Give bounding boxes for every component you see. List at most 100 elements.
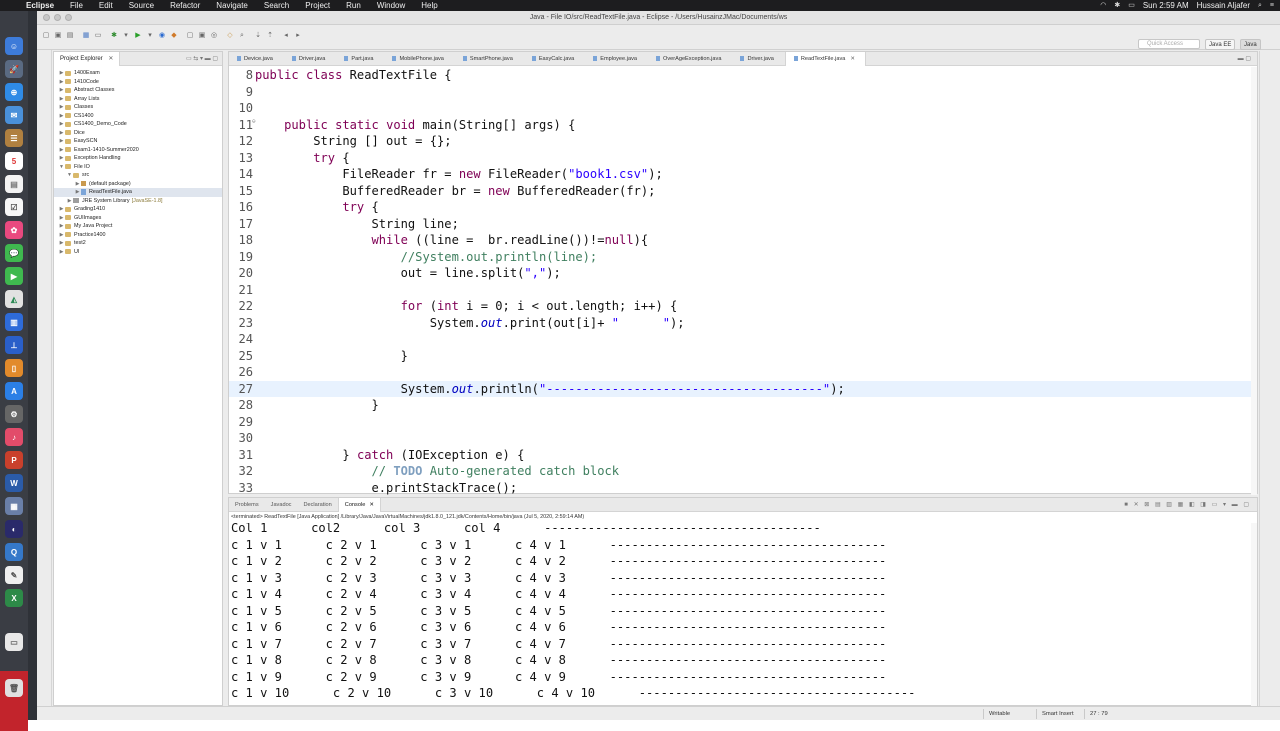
editor-tab[interactable]: Driver.java [284,52,336,66]
editor-tab[interactable]: SmartPhone.java [455,52,524,66]
tree-item[interactable]: ▶ JRE System Library [JavaSE-1.8] [54,197,222,206]
tree-item[interactable]: ▶ Classes [54,103,222,112]
chevron-right-icon[interactable]: ▶ [74,180,81,189]
editor-tab[interactable]: Employee.java [585,52,648,66]
window-zoom-button[interactable] [65,14,72,21]
tree-item[interactable]: ▶ CS1400 [54,112,222,121]
chevron-right-icon[interactable]: ▶ [58,69,65,78]
build-icon[interactable]: ▦ [81,31,91,40]
new-file-icon[interactable]: ▢ [41,31,51,40]
tree-item[interactable]: ▶ Grading1410 [54,205,222,214]
code-line[interactable]: 19 //System.out.println(line); [229,249,1257,266]
editor-tab[interactable]: Driver.java [732,52,784,66]
quick-access-field[interactable]: Quick Access [1138,39,1200,49]
editor-tab[interactable]: EasyCalc.java [524,52,585,66]
launchpad-icon[interactable]: 🚀 [5,60,23,78]
reminders-icon[interactable]: ☑ [5,198,23,216]
mail-icon[interactable]: ✉ [5,106,23,124]
external-tools-icon[interactable]: ◆ [169,31,179,40]
chevron-right-icon[interactable]: ▶ [58,129,65,138]
chevron-right-icon[interactable]: ▶ [58,95,65,104]
chevron-right-icon[interactable]: ▶ [58,214,65,223]
next-annotation-icon[interactable]: ⇣ [253,31,263,40]
tree-item[interactable]: ▶ Dice [54,129,222,138]
menu-search[interactable]: Search [256,0,297,11]
close-icon[interactable]: ✕ [108,56,113,62]
code-line[interactable]: 13 try { [229,150,1257,167]
console-scrollbar[interactable] [1251,523,1257,707]
facetime-icon[interactable]: ▶ [5,267,23,285]
tree-item[interactable]: ▶ 1410Code [54,78,222,87]
music-icon[interactable]: ♪ [5,428,23,446]
notification-center-icon[interactable]: ≡ [1270,0,1274,11]
save-all-icon[interactable]: ▤ [65,31,75,40]
console-tab[interactable]: Console ✕ [337,497,381,512]
editor-scrollbar[interactable] [1251,67,1257,495]
console-toolbar-icons[interactable]: ■ ✕ ⊠ ▤ ▥ ▦ ◧ ◨ ▭ ▾ ▬ ▢ [1124,501,1257,508]
keynote-icon[interactable]: ⊥ [5,336,23,354]
quicktime-icon[interactable]: Q [5,543,23,561]
tree-item[interactable]: ▶ EasySCN [54,137,222,146]
bluetooth-icon[interactable]: ✱ [1114,0,1120,11]
calendar-icon[interactable]: 5 [5,152,23,170]
numbers-icon[interactable]: ▥ [5,313,23,331]
wifi-icon[interactable]: ◠ [1100,0,1106,11]
open-type-icon[interactable]: ◇ [225,31,235,40]
menu-help[interactable]: Help [413,0,445,11]
chevron-down-icon[interactable]: ▼ [66,171,73,180]
tree-item[interactable]: ▶ GUIImages [54,214,222,223]
close-icon[interactable]: ✕ [369,502,374,508]
menubar-user[interactable]: Hussain Aljafer [1197,0,1250,11]
run-icon[interactable]: ▶ [133,31,143,40]
code-line[interactable]: 14 FileReader fr = new FileReader("book1… [229,166,1257,183]
close-icon[interactable]: ✕ [850,52,855,66]
contacts-icon[interactable]: ☰ [5,129,23,147]
photos-icon[interactable]: ✿ [5,221,23,239]
menubar-clock[interactable]: Sun 2:59 AM [1143,0,1189,11]
chevron-right-icon[interactable]: ▶ [74,188,81,197]
tree-item[interactable]: ▼ File IO [54,163,222,172]
code-line[interactable]: 27 System.out.println("-----------------… [229,380,1257,397]
ibooks-icon[interactable]: ▯ [5,359,23,377]
new-package-icon[interactable]: ▣ [197,31,207,40]
tree-item[interactable]: ▼ src [54,171,222,180]
chevron-right-icon[interactable]: ▶ [58,205,65,214]
code-line[interactable]: 26 [229,364,1257,381]
code-line[interactable]: 15 BufferedReader br = new BufferedReade… [229,183,1257,200]
powerpoint-icon[interactable]: P [5,451,23,469]
chevron-right-icon[interactable]: ▶ [58,146,65,155]
chevron-right-icon[interactable]: ▶ [58,137,65,146]
menu-edit[interactable]: Edit [91,0,121,11]
tree-item[interactable]: ▶ ReadTextFile.java [54,188,222,197]
tree-item[interactable]: ▶ Exception Handling [54,154,222,163]
tree-item[interactable]: ▶ Abstract Classes [54,86,222,95]
menu-navigate[interactable]: Navigate [208,0,256,11]
tree-item[interactable]: ▶ My Java Project [54,222,222,231]
editor-tab[interactable]: OverAgeException.java [648,52,732,66]
tree-item[interactable]: ▶ Practice1400 [54,231,222,240]
maximize-icon[interactable]: ▬ ▢ [1238,55,1257,62]
tree-item[interactable]: ▶ 1400Exam [54,69,222,78]
tree-item[interactable]: ▶ Exam1-1410-Summer2020 [54,146,222,155]
finder-icon[interactable]: ☺ [5,37,23,55]
new-class-icon[interactable]: ◎ [209,31,219,40]
code-line[interactable]: 17 String line; [229,216,1257,233]
messages-icon[interactable]: 💬 [5,244,23,262]
maps-icon[interactable]: ◭ [5,290,23,308]
code-line[interactable]: 31 } catch (IOException e) { [229,447,1257,464]
notes-icon[interactable]: ▤ [5,175,23,193]
code-line[interactable]: 8 public class ReadTextFile { [229,67,1257,84]
editor-tab[interactable]: ReadTextFile.java ✕ [784,51,867,66]
editor-tab[interactable]: Part.java [336,52,384,66]
battery-icon[interactable]: ▭ [1128,0,1135,11]
tab-project-explorer[interactable]: Project Explorer ✕ [54,51,121,66]
word-icon[interactable]: W [5,474,23,492]
code-line[interactable]: 25 } [229,348,1257,365]
chevron-down-icon[interactable]: ▾ [145,31,155,40]
app-store-icon[interactable]: A [5,382,23,400]
code-line[interactable]: 29 [229,414,1257,431]
editor-tab[interactable]: Device.java [229,52,284,66]
chevron-right-icon[interactable]: ▶ [58,222,65,231]
window-close-button[interactable] [43,14,50,21]
chevron-down-icon[interactable]: ▼ [58,163,65,172]
